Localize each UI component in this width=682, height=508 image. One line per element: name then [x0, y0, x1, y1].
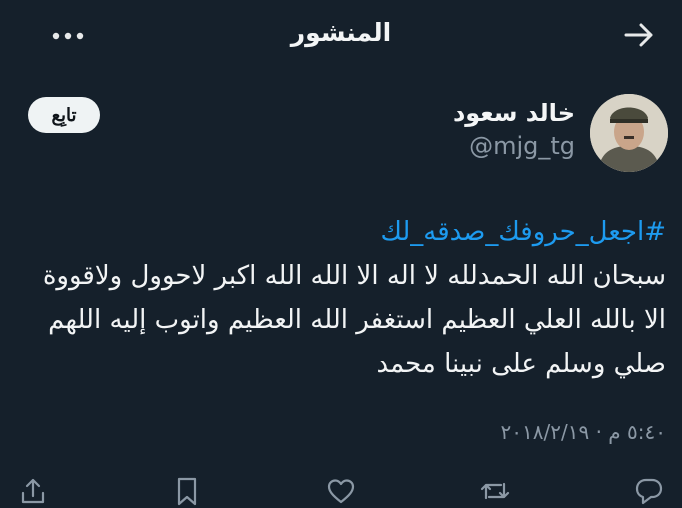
bookmark-icon: [177, 477, 197, 506]
tweet-line: الا بالله العلي العظيم استغفر الله العظي…: [48, 305, 666, 335]
avatar[interactable]: [590, 94, 668, 172]
page-title: المنشور: [290, 18, 392, 47]
tweet-line: صلي وسلم على نبينا محمد: [376, 349, 666, 379]
share-button[interactable]: [18, 476, 48, 506]
timestamp[interactable]: ٥:٤٠ م · ٢٠١٨/٢/١٩: [501, 420, 666, 444]
share-icon: [21, 478, 45, 504]
author-handle[interactable]: @mjg_tg: [469, 132, 575, 160]
reply-icon: [635, 478, 663, 505]
follow-button[interactable]: تابِع: [28, 97, 100, 133]
retweet-button[interactable]: [480, 476, 510, 506]
tweet-line: سبحان الله الحمدلله لا اله الا الله الله…: [42, 261, 666, 291]
bookmark-button[interactable]: [172, 476, 202, 506]
heart-icon: [327, 479, 355, 504]
action-bar: [0, 470, 682, 508]
retweet-icon: [480, 482, 510, 500]
more-dots-icon: [52, 32, 84, 40]
profile-avatar: [590, 94, 668, 172]
author-name[interactable]: خالد سعود: [453, 99, 575, 127]
top-bar: المنشور: [0, 0, 682, 72]
more-options-button[interactable]: [50, 22, 90, 50]
reply-button[interactable]: [634, 476, 664, 506]
like-button[interactable]: [326, 476, 356, 506]
tweet-text: #اجعل_حروفك_صدقه_لك سبحان الله الحمدلله …: [16, 210, 666, 386]
hashtag-link[interactable]: #اجعل_حروفك_صدقه_لك: [16, 210, 666, 254]
